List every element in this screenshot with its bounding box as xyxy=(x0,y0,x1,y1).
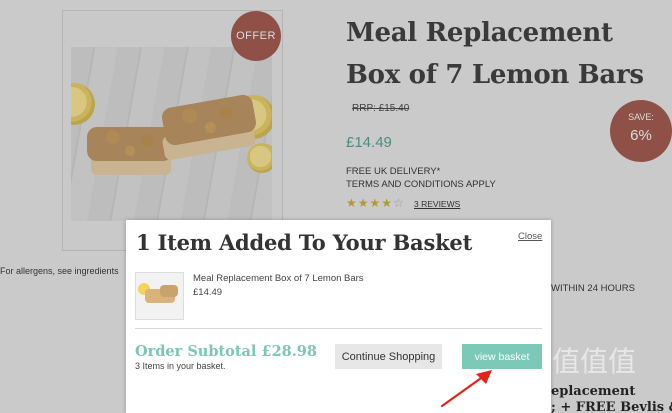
product-image-frame: OFFER xyxy=(62,10,283,251)
product-image[interactable] xyxy=(71,47,272,221)
product-title: Meal Replacement Box of 7 Lemon Bars xyxy=(346,18,644,90)
lemon-bar-image xyxy=(160,285,178,297)
divider xyxy=(135,328,542,329)
lemon-slice-image xyxy=(71,83,95,125)
description-line: eplacement xyxy=(551,384,636,399)
product-description: eplacement ; + FREE Bevlis & xyxy=(551,384,672,413)
delivery-line: FREE UK DELIVERY* xyxy=(346,166,441,177)
allergens-text: For allergens, see ingredients xyxy=(0,266,119,276)
rrp-price: RRP: £15.40 xyxy=(352,103,410,114)
lemon-slice-image xyxy=(247,143,272,173)
continue-shopping-button[interactable]: Continue Shopping xyxy=(335,344,442,369)
item-name[interactable]: Meal Replacement Box of 7 Lemon Bars xyxy=(193,273,364,284)
product-price: £14.49 xyxy=(346,134,392,151)
reviews-link[interactable]: 3 REVIEWS xyxy=(414,199,460,209)
filled-stars: ★★★★ xyxy=(346,196,394,210)
item-thumbnail[interactable] xyxy=(135,272,184,320)
close-link[interactable]: Close xyxy=(518,231,542,242)
save-label: SAVE: xyxy=(628,112,654,122)
description-line: ; + FREE Bevlis & xyxy=(551,400,672,413)
annotation-arrow-icon xyxy=(440,370,492,408)
watermark: 值值值 xyxy=(552,345,637,378)
lemon-bar-image xyxy=(87,127,173,161)
star-rating: ★★★★☆ xyxy=(346,196,405,210)
save-badge: SAVE: 6% xyxy=(610,100,672,162)
save-value: 6% xyxy=(630,127,652,144)
delivery-info: FREE UK DELIVERY* TERMS AND CONDITIONS A… xyxy=(346,165,496,191)
items-count: 3 Items in your basket. xyxy=(135,361,226,371)
order-subtotal: Order Subtotal £28.98 xyxy=(135,343,317,360)
item-price: £14.49 xyxy=(193,287,223,298)
offer-badge: OFFER xyxy=(231,11,281,61)
empty-star-icon: ☆ xyxy=(393,196,405,210)
dispatch-text: WITHIN 24 HOURS xyxy=(551,283,635,294)
modal-title: 1 Item Added To Your Basket xyxy=(136,230,473,255)
terms-line: TERMS AND CONDITIONS APPLY xyxy=(346,179,496,190)
